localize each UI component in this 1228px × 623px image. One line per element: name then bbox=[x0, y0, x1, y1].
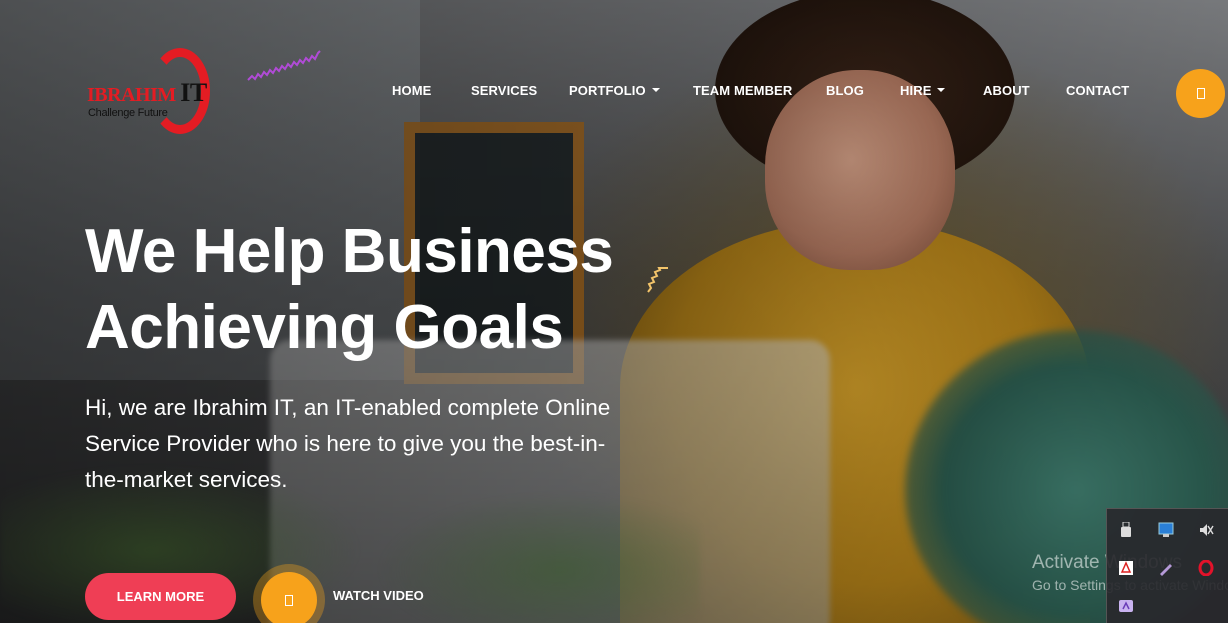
nav-portfolio-label: PORTFOLIO bbox=[569, 83, 646, 98]
network-monitor-icon[interactable] bbox=[1157, 521, 1175, 539]
learn-more-button[interactable]: LEARN MORE bbox=[85, 573, 236, 620]
purple-squiggle-decoration bbox=[247, 50, 321, 81]
nav-services[interactable]: SERVICES bbox=[471, 83, 537, 98]
watch-video-label[interactable]: WATCH VIDEO bbox=[333, 588, 424, 603]
hero-title-line-1: We Help Business bbox=[85, 217, 614, 286]
nav-team-member[interactable]: TEAM MEMBER bbox=[693, 83, 792, 98]
app-launcher-icon[interactable] bbox=[1117, 597, 1135, 615]
pen-tool-icon[interactable] bbox=[1157, 559, 1175, 577]
search-icon bbox=[1196, 88, 1205, 99]
nav-blog[interactable]: BLOG bbox=[826, 83, 864, 98]
chevron-down-icon bbox=[937, 88, 946, 92]
nav-hire[interactable]: HIRE bbox=[900, 83, 946, 98]
system-tray-overflow bbox=[1106, 508, 1228, 623]
hero-title: We Help Business Achieving Goals bbox=[85, 214, 685, 366]
volume-muted-icon[interactable] bbox=[1197, 521, 1215, 539]
hero-title-line-2: Achieving Goals bbox=[85, 293, 564, 362]
search-button[interactable] bbox=[1176, 69, 1225, 118]
chevron-down-icon bbox=[651, 88, 660, 92]
opera-browser-icon[interactable] bbox=[1197, 559, 1215, 577]
video-button-inner bbox=[261, 572, 317, 623]
nav-contact[interactable]: CONTACT bbox=[1066, 83, 1129, 98]
nav-portfolio[interactable]: PORTFOLIO bbox=[569, 83, 660, 98]
logo-tagline: Challenge Future bbox=[88, 107, 168, 119]
hero-subtitle: Hi, we are Ibrahim IT, an IT-enabled com… bbox=[85, 395, 611, 492]
nav-hire-label: HIRE bbox=[900, 83, 932, 98]
nav-about[interactable]: ABOUT bbox=[983, 83, 1030, 98]
pdf-reader-icon[interactable] bbox=[1117, 559, 1135, 577]
nav-home[interactable]: HOME bbox=[392, 83, 431, 98]
main-navigation: HOME SERVICES PORTFOLIO TEAM MEMBER BLOG… bbox=[0, 83, 1228, 103]
usb-drive-icon[interactable] bbox=[1117, 521, 1135, 539]
play-icon bbox=[285, 594, 293, 606]
